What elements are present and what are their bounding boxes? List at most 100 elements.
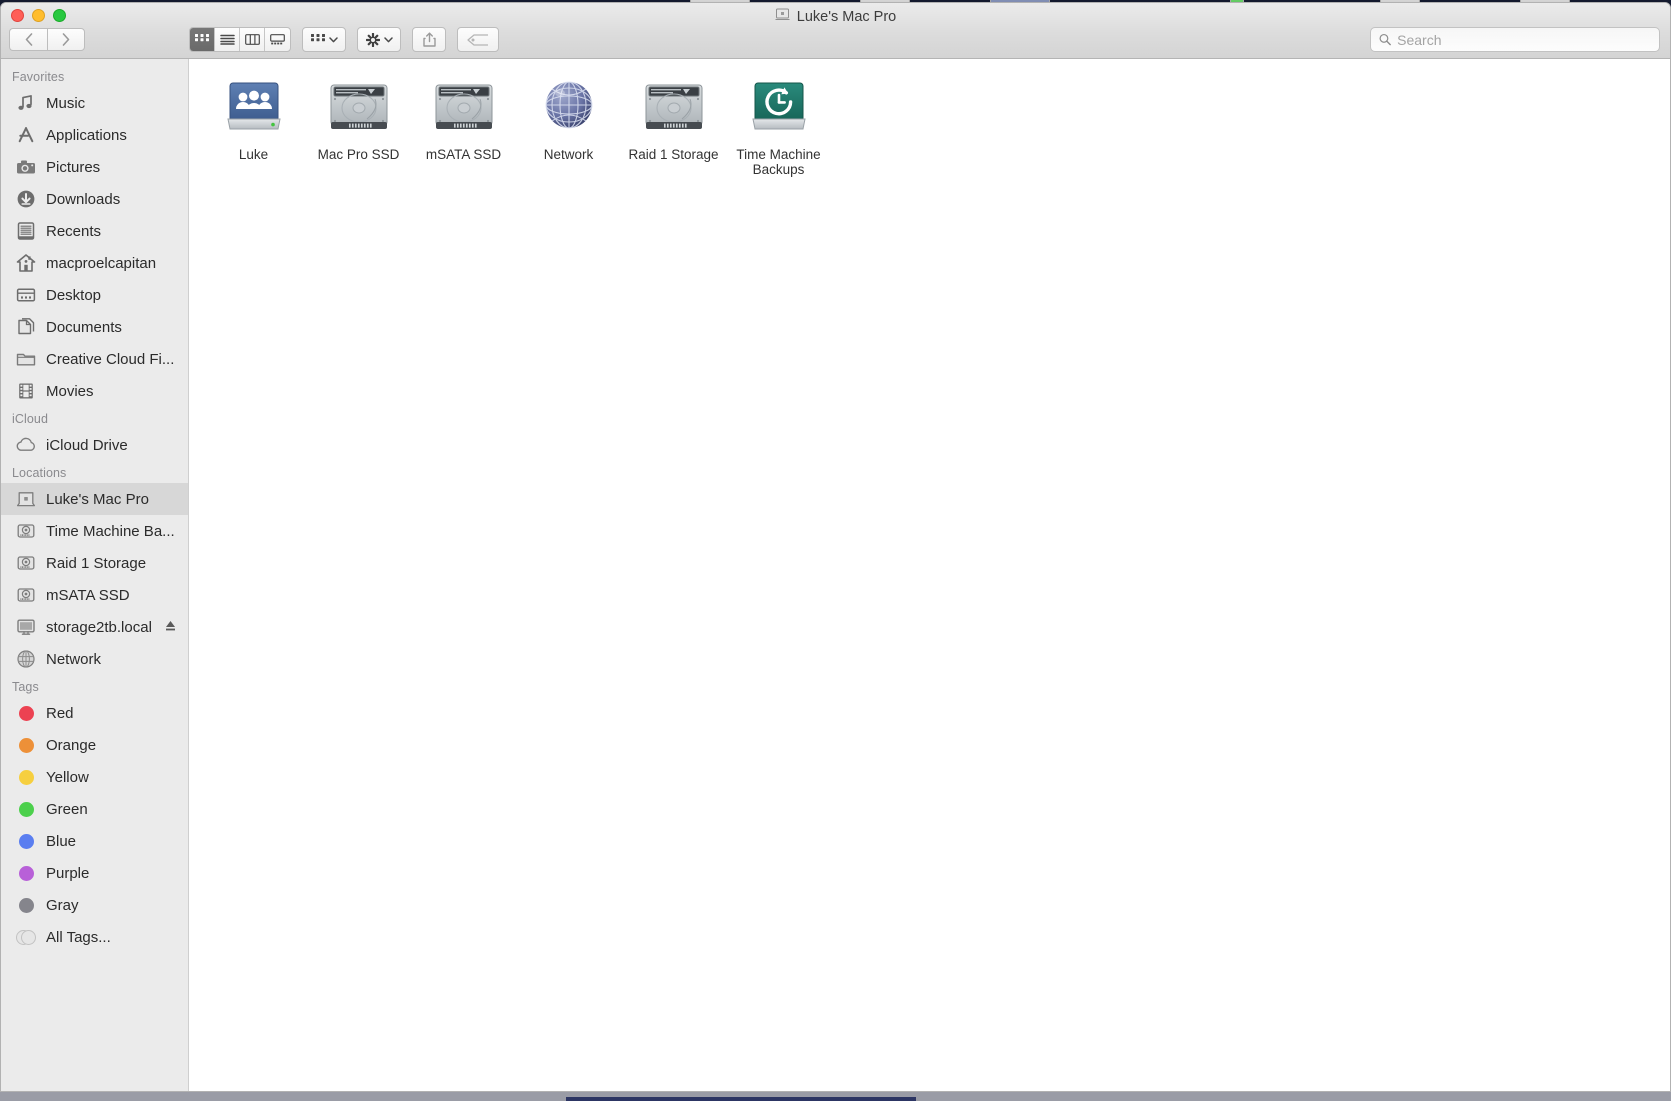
tag-button[interactable] xyxy=(457,27,499,52)
sidebar-item-yellow[interactable]: Yellow xyxy=(1,761,188,793)
sidebar-item-luke-s-mac-pro[interactable]: Luke's Mac Pro xyxy=(1,483,188,515)
file-item[interactable]: Network xyxy=(516,73,621,177)
view-mode-segmented-control xyxy=(189,27,291,52)
sidebar-item-applications[interactable]: Applications xyxy=(1,119,188,151)
tag-dot-icon xyxy=(15,830,37,852)
sidebar-item-music[interactable]: Music xyxy=(1,87,188,119)
sidebar-item-orange[interactable]: Orange xyxy=(1,729,188,761)
dock-indicator xyxy=(566,1097,916,1101)
harddisk-drive-icon xyxy=(637,75,711,141)
home-icon xyxy=(15,252,37,274)
tag-dot-icon xyxy=(15,798,37,820)
sidebar-item-label: Creative Cloud Fi... xyxy=(46,350,175,368)
column-view-button[interactable] xyxy=(240,28,265,51)
sidebar-item-storage2tb-local[interactable]: storage2tb.local xyxy=(1,611,188,643)
window-title-text: Luke's Mac Pro xyxy=(796,8,897,25)
sidebar-item-label: Blue xyxy=(46,832,77,850)
sidebar-item-time-machine-ba[interactable]: Time Machine Ba... xyxy=(1,515,188,547)
tag-dot-icon xyxy=(15,766,37,788)
sidebar-item-macproelcapitan[interactable]: macproelcapitan xyxy=(1,247,188,279)
film-icon xyxy=(15,380,37,402)
traffic-lights xyxy=(11,9,66,22)
download-icon xyxy=(15,188,37,210)
sidebar-item-raid-1-storage[interactable]: Raid 1 Storage xyxy=(1,547,188,579)
sidebar-item-blue[interactable]: Blue xyxy=(1,825,188,857)
sidebar[interactable]: Favorites Music Applications Pictures Downlo… xyxy=(1,59,189,1091)
tag-color-dot xyxy=(18,865,34,881)
sidebar-item-label: storage2tb.local xyxy=(46,618,152,636)
harddisk-drive-icon xyxy=(322,75,396,141)
search-field[interactable] xyxy=(1370,27,1660,52)
gallery-view-button[interactable] xyxy=(265,28,290,51)
applications-icon xyxy=(15,124,37,146)
eject-icon[interactable] xyxy=(165,620,180,635)
tag-color-dot xyxy=(18,737,34,753)
sidebar-group-header: Favorites xyxy=(12,70,65,84)
sidebar-item-label: mSATA SSD xyxy=(46,586,130,604)
harddisk-icon xyxy=(15,584,37,606)
icon-grid: Luke Mac Pro SSD mSATA SSD Network Raid 1 St… xyxy=(189,73,1670,177)
tag-icon xyxy=(467,33,488,46)
sidebar-item-network[interactable]: Network xyxy=(1,643,188,675)
icon-view-button[interactable] xyxy=(190,28,215,51)
sidebar-item-gray[interactable]: Gray xyxy=(1,889,188,921)
sidebar-item-red[interactable]: Red xyxy=(1,697,188,729)
globe-icon xyxy=(15,648,37,670)
gallery-icon xyxy=(270,34,285,45)
sidebar-item-label: Gray xyxy=(46,896,79,914)
back-button[interactable] xyxy=(9,28,47,51)
file-item-label: Luke xyxy=(238,147,269,162)
sidebar-item-documents[interactable]: Documents xyxy=(1,311,188,343)
file-item[interactable]: Mac Pro SSD xyxy=(306,73,411,177)
file-item[interactable]: Luke xyxy=(201,73,306,177)
sidebar-item-recents[interactable]: Recents xyxy=(1,215,188,247)
sidebar-item-pictures[interactable]: Pictures xyxy=(1,151,188,183)
sidebar-item-label: Movies xyxy=(46,382,94,400)
content-area[interactable]: Luke Mac Pro SSD mSATA SSD Network Raid 1 St… xyxy=(189,59,1670,1091)
sidebar-item-green[interactable]: Green xyxy=(1,793,188,825)
tag-color-dot xyxy=(18,801,34,817)
file-item[interactable]: mSATA SSD xyxy=(411,73,516,177)
sidebar-item-icloud-drive[interactable]: iCloud Drive xyxy=(1,429,188,461)
minimize-button[interactable] xyxy=(32,9,45,22)
recents-icon xyxy=(15,220,37,242)
sidebar-item-label: Music xyxy=(46,94,86,112)
harddisk-icon xyxy=(15,520,37,542)
share-button[interactable] xyxy=(412,27,446,52)
forward-button[interactable] xyxy=(47,28,85,51)
network-globe-icon xyxy=(532,75,606,141)
sidebar-item-desktop[interactable]: Desktop xyxy=(1,279,188,311)
sidebar-item-label: Recents xyxy=(46,222,102,240)
sidebar-item-all-tags[interactable]: All Tags... xyxy=(1,921,188,953)
time-machine-drive-icon xyxy=(742,75,816,141)
documents-icon xyxy=(15,316,37,338)
sidebar-item-msata-ssd[interactable]: mSATA SSD xyxy=(1,579,188,611)
sidebar-item-movies[interactable]: Movies xyxy=(1,375,188,407)
dock-bar xyxy=(0,1092,1671,1101)
file-item[interactable]: Time Machine Backups xyxy=(726,73,831,177)
toolbar-buttons xyxy=(189,27,499,52)
sidebar-item-downloads[interactable]: Downloads xyxy=(1,183,188,215)
sidebar-group-header: iCloud xyxy=(12,412,49,426)
list-view-button[interactable] xyxy=(215,28,240,51)
sidebar-item-creative-cloud-fi[interactable]: Creative Cloud Fi... xyxy=(1,343,188,375)
chevron-down-icon xyxy=(328,36,338,42)
tag-color-dot xyxy=(18,705,34,721)
action-button[interactable] xyxy=(357,27,401,52)
folder-icon xyxy=(15,348,37,370)
file-item-label: Network xyxy=(543,147,594,162)
harddisk-icon xyxy=(15,552,37,574)
sidebar-item-label: Purple xyxy=(46,864,90,882)
sidebar-item-label: Green xyxy=(46,800,88,818)
file-item-label: mSATA SSD xyxy=(425,147,502,162)
display-icon xyxy=(15,616,37,638)
sidebar-item-label: Pictures xyxy=(46,158,101,176)
search-input[interactable] xyxy=(1397,31,1651,48)
arrange-button[interactable] xyxy=(302,27,346,52)
file-item-label: Time Machine Backups xyxy=(736,147,821,177)
sidebar-item-purple[interactable]: Purple xyxy=(1,857,188,889)
close-button[interactable] xyxy=(11,9,24,22)
window-body: Favorites Music Applications Pictures Downlo… xyxy=(1,59,1670,1091)
file-item[interactable]: Raid 1 Storage xyxy=(621,73,726,177)
zoom-button[interactable] xyxy=(53,9,66,22)
